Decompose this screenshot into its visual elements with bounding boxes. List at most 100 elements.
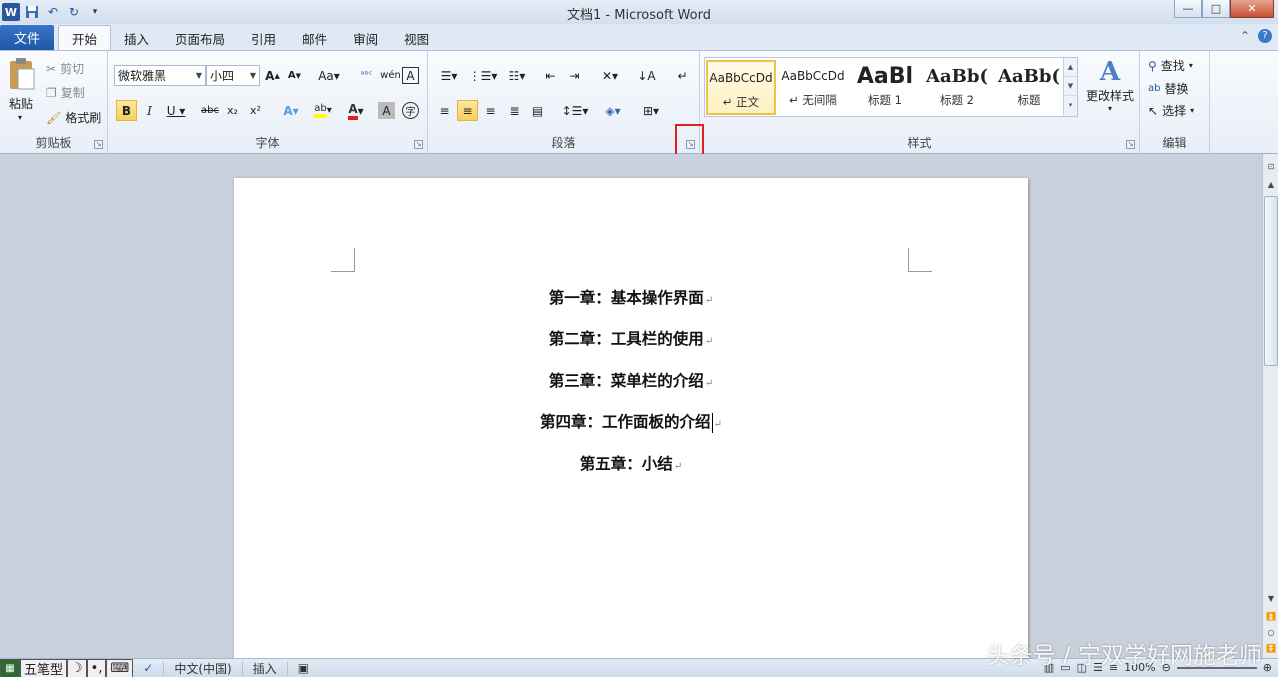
align-right-button[interactable]: ≡ (480, 100, 501, 121)
spell-check-icon[interactable]: ✓ (133, 660, 165, 676)
ime-keyboard-icon[interactable]: ⌨ (106, 658, 134, 677)
replace-button[interactable]: ab 替换 (1148, 80, 1189, 97)
ime-punct-icon[interactable]: •, (86, 658, 107, 677)
font-color-button[interactable]: A ▾ (342, 100, 370, 121)
sort-button[interactable]: ↓A (636, 65, 657, 86)
tab-mailings[interactable]: 邮件 (289, 26, 340, 50)
shrink-font-button[interactable]: A ▼ (284, 65, 305, 86)
cut-button[interactable]: ✂ 剪切 (46, 60, 84, 77)
ime-moon-icon[interactable]: ☽ (67, 658, 87, 677)
ime-mode[interactable]: 五笔型 (20, 658, 68, 677)
redo-icon[interactable]: ↻ (65, 3, 83, 21)
italic-button[interactable]: I (139, 100, 160, 121)
styles-dialog-launcher[interactable]: ↘ (1126, 140, 1135, 149)
document-area[interactable]: 第一章：基本操作界面↵ 第二章：工具栏的使用↵ 第三章：菜单栏的介绍↵ 第四章：… (0, 154, 1262, 658)
maximize-button[interactable]: □ (1202, 0, 1230, 18)
scroll-thumb[interactable] (1264, 196, 1278, 366)
collapse-ribbon-icon[interactable]: ⌃ (1240, 29, 1250, 43)
styles-gallery-scroll[interactable]: ▲ ▼ ▾ (1063, 58, 1077, 116)
scroll-down-icon[interactable]: ▼ (1264, 592, 1278, 606)
bold-button[interactable]: B (116, 100, 137, 121)
clipboard-dialog-launcher[interactable]: ↘ (94, 140, 103, 149)
align-center-button[interactable]: ≡ (457, 100, 478, 121)
doc-line-5[interactable]: 第五章：小结↵ (234, 452, 1028, 474)
shading-button[interactable]: ◈▾ (598, 100, 628, 121)
gallery-more-icon[interactable]: ▾ (1064, 96, 1077, 115)
minimize-button[interactable]: — (1174, 0, 1202, 18)
text-effects-button[interactable]: A▾ (278, 100, 304, 121)
document-page[interactable]: 第一章：基本操作界面↵ 第二章：工具栏的使用↵ 第三章：菜单栏的介绍↵ 第四章：… (234, 178, 1028, 658)
tab-view[interactable]: 视图 (391, 26, 442, 50)
vertical-scrollbar[interactable]: ⊡ ▲ ▼ ⏫ ○ ⏬ (1262, 154, 1278, 658)
font-family-combo[interactable]: 微软雅黑 ▼ (114, 65, 206, 86)
tab-references[interactable]: 引用 (238, 26, 289, 50)
tab-review[interactable]: 审阅 (340, 26, 391, 50)
help-icon[interactable]: ? (1258, 29, 1272, 43)
save-icon[interactable] (23, 3, 41, 21)
copy-button[interactable]: ❐ 复制 (46, 84, 85, 101)
underline-button[interactable]: U ▾ (162, 100, 190, 121)
style-no-spacing[interactable]: AaBbCcDd ↵ 无间隔 (778, 60, 848, 115)
subscript-button[interactable]: x₂ (222, 100, 243, 121)
distributed-button[interactable]: ▤ (527, 100, 548, 121)
ruler-toggle-icon[interactable]: ⊡ (1264, 160, 1278, 174)
bullets-button[interactable]: ☰▾ (434, 65, 464, 86)
customize-qat-icon[interactable]: ▾ (86, 3, 104, 21)
tab-page-layout[interactable]: 页面布局 (162, 26, 238, 50)
tab-home[interactable]: 开始 (58, 25, 112, 50)
close-button[interactable]: ✕ (1230, 0, 1274, 18)
doc-line-1[interactable]: 第一章：基本操作界面↵ (234, 286, 1028, 308)
change-case-button[interactable]: Aa▾ (316, 65, 342, 86)
undo-icon[interactable]: ↶ (44, 3, 62, 21)
paste-icon[interactable] (8, 57, 36, 91)
gallery-down-icon[interactable]: ▼ (1064, 77, 1077, 96)
decrease-indent-button[interactable]: ⇤ (540, 65, 561, 86)
doc-line-4[interactable]: 第四章：工作面板的介绍 ↵ (234, 410, 1028, 433)
scroll-up-icon[interactable]: ▲ (1264, 178, 1278, 192)
select-button[interactable]: ↖ 选择 ▾ (1148, 102, 1194, 119)
doc-line-2[interactable]: 第二章：工具栏的使用↵ (234, 327, 1028, 349)
tab-file[interactable]: 文件 (0, 25, 54, 50)
style-normal[interactable]: AaBbCcDd ↵ 正文 (706, 60, 776, 115)
browse-object-icon[interactable]: ○ (1264, 626, 1278, 640)
zoom-in-icon[interactable]: ⊕ (1263, 661, 1272, 674)
style-heading-1[interactable]: AaBl 标题 1 (850, 60, 920, 115)
character-shading-icon[interactable]: A (378, 102, 395, 119)
align-left-button[interactable]: ≡ (434, 100, 455, 121)
justify-button[interactable]: ≣ (504, 100, 525, 121)
strikethrough-button[interactable]: abc (198, 100, 222, 121)
grow-font-button[interactable]: A ▲ (262, 65, 283, 86)
next-page-icon[interactable]: ⏬ (1264, 642, 1278, 656)
font-dialog-launcher[interactable]: ↘ (414, 140, 423, 149)
word-logo-icon[interactable]: W (2, 3, 20, 21)
font-size-combo[interactable]: 小四 ▼ (206, 65, 260, 86)
paste-button[interactable]: 粘贴 (9, 95, 33, 112)
gallery-up-icon[interactable]: ▲ (1064, 58, 1077, 77)
previous-page-icon[interactable]: ⏫ (1264, 610, 1278, 624)
doc-line-3[interactable]: 第三章：菜单栏的介绍↵ (234, 369, 1028, 391)
macro-record-icon[interactable]: ▣ (288, 661, 319, 676)
show-formatting-marks-button[interactable]: ↵ (672, 65, 693, 86)
superscript-button[interactable]: x² (245, 100, 266, 121)
insert-mode-status[interactable]: 插入 (243, 660, 288, 676)
format-painter-button[interactable]: 🖌 格式刷 (46, 109, 101, 126)
change-styles-button[interactable]: A 更改样式 ▾ (1084, 57, 1136, 113)
chinese-layout-button[interactable]: ✕▾ (596, 65, 624, 86)
highlight-color-button[interactable]: ab ▾ (308, 100, 338, 121)
paste-dropdown-icon[interactable]: ▾ (18, 113, 22, 122)
borders-button[interactable]: ⊞▾ (636, 100, 666, 121)
phonetic-guide-icon[interactable]: wén (380, 65, 401, 86)
numbering-button[interactable]: ⋮☰▾ (468, 65, 498, 86)
style-title[interactable]: AaBb( 标题 (994, 60, 1064, 115)
enclose-characters-icon[interactable]: 字 (402, 102, 419, 119)
clear-format-icon[interactable]: ᵃᵇᶜ (356, 65, 377, 86)
ime-logo-icon[interactable]: ▦ (0, 658, 20, 677)
find-button[interactable]: ⚲ 查找 ▾ (1148, 57, 1193, 74)
multilevel-list-button[interactable]: ☷▾ (502, 65, 532, 86)
character-border-icon[interactable]: A (402, 67, 419, 84)
style-heading-2[interactable]: AaBb( 标题 2 (922, 60, 992, 115)
increase-indent-button[interactable]: ⇥ (564, 65, 585, 86)
line-spacing-button[interactable]: ↕☰▾ (560, 100, 590, 121)
tab-insert[interactable]: 插入 (111, 26, 162, 50)
language-status[interactable]: 中文(中国) (164, 660, 243, 676)
